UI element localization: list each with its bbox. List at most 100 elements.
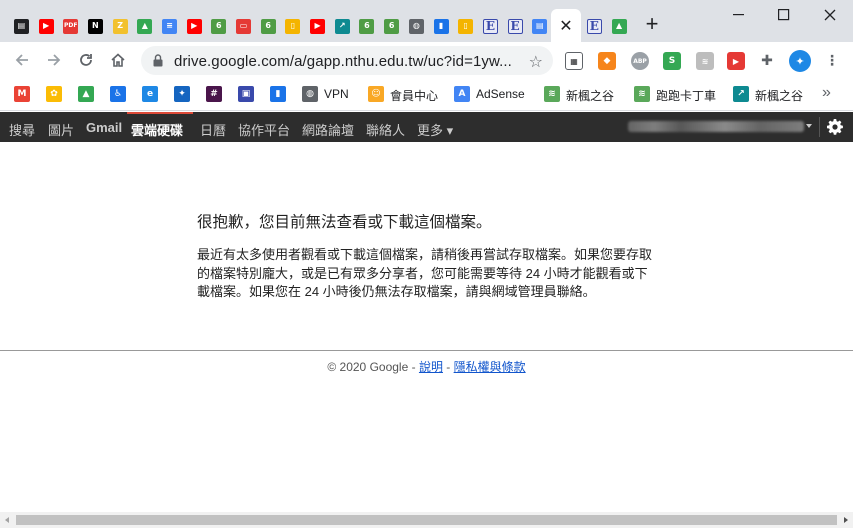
tab[interactable]: 6 bbox=[355, 15, 380, 37]
tab[interactable]: ▤ bbox=[9, 15, 34, 37]
gbar-nav-item[interactable]: 日曆 bbox=[200, 120, 226, 139]
tab[interactable]: E bbox=[503, 15, 528, 37]
tab[interactable]: ▲ bbox=[607, 15, 632, 37]
privacy-terms-link[interactable]: 隱私權與條款 bbox=[454, 360, 526, 374]
ticket-extension-icon[interactable]: ≋ bbox=[696, 52, 714, 70]
tab[interactable]: ▶ bbox=[305, 15, 330, 37]
footer-divider bbox=[0, 350, 853, 351]
bookmarks-overflow-button[interactable]: » bbox=[822, 84, 831, 102]
gbar-nav-item[interactable]: 圖片 bbox=[48, 120, 74, 139]
google-photos-icon: ✿ bbox=[46, 86, 62, 102]
tab-list: ▤ ▶ PDF N Z ▲ ≡ ▶ 6 ▭ 6 ▯ ▶ ↗ 6 6 ◍ ▮ ▯ E E ▤ bbox=[9, 15, 552, 37]
tab[interactable]: Z bbox=[108, 15, 133, 37]
maximize-icon bbox=[778, 9, 790, 21]
zotero-icon: Z bbox=[112, 18, 128, 34]
maximize-button[interactable] bbox=[772, 5, 796, 25]
youtube-icon: ▶ bbox=[186, 18, 202, 34]
ticket-icon: ≋ bbox=[544, 86, 560, 102]
tab[interactable]: ▭ bbox=[231, 15, 256, 37]
e-letter-icon: E bbox=[507, 18, 523, 34]
close-tab-icon[interactable]: ✕ bbox=[559, 16, 572, 36]
google-docs-icon: ≡ bbox=[161, 18, 177, 34]
tab[interactable]: E bbox=[478, 15, 503, 37]
globe-icon: ◍ bbox=[302, 86, 318, 102]
account-dropdown-caret[interactable] bbox=[806, 124, 812, 128]
forward-arrow-icon bbox=[48, 54, 61, 66]
forward-button[interactable] bbox=[44, 50, 64, 70]
horizontal-scrollbar[interactable] bbox=[0, 512, 853, 528]
error-message: 最近有太多使用者觀看或下載這個檔案，請稍後再嘗試存取檔案。如果您要存取的檔案特別… bbox=[197, 247, 653, 299]
back-button[interactable] bbox=[12, 50, 32, 70]
tab[interactable]: ▮ bbox=[429, 15, 454, 37]
youtube-icon: ▶ bbox=[310, 18, 326, 34]
tab[interactable]: ▶ bbox=[182, 15, 207, 37]
tab[interactable]: ◍ bbox=[404, 15, 429, 37]
gbar-nav-item[interactable]: Gmail bbox=[86, 120, 122, 135]
gbar-nav-item[interactable]: 更多 ▾ bbox=[417, 120, 453, 139]
tab[interactable]: PDF bbox=[58, 15, 83, 37]
video-extension-icon[interactable]: ▶ bbox=[727, 52, 745, 70]
minimize-icon bbox=[733, 14, 744, 16]
overleaf-icon: 6 bbox=[359, 18, 375, 34]
scrollbar-thumb[interactable] bbox=[16, 515, 837, 525]
edge-icon: e bbox=[142, 86, 158, 102]
extensions-puzzle-icon[interactable]: ✚ bbox=[758, 52, 776, 70]
browser-toolbar: drive.google.com/a/gapp.nthu.edu.tw/uc?i… bbox=[0, 42, 853, 79]
overleaf-icon: 6 bbox=[211, 18, 227, 34]
account-email[interactable] bbox=[628, 121, 804, 132]
netflix-icon: N bbox=[87, 18, 103, 34]
close-window-button[interactable] bbox=[818, 5, 842, 25]
maple-leaf-icon: ✦ bbox=[174, 86, 190, 102]
bookmark-label: 新楓之谷 bbox=[755, 89, 804, 103]
main-content: 很抱歉，您目前無法查看或下載這個檔案。 最近有太多使用者觀看或下載這個檔案，請稍… bbox=[0, 142, 853, 512]
tab[interactable]: N bbox=[83, 15, 108, 37]
help-link[interactable]: 說明 bbox=[419, 360, 443, 374]
tab[interactable]: ↗ bbox=[330, 15, 355, 37]
e-letter-icon: E bbox=[586, 18, 602, 34]
bookmark-label: 新楓之谷 bbox=[566, 89, 615, 103]
profile-avatar[interactable]: ✦ bbox=[789, 50, 811, 72]
notes-icon: ▯ bbox=[458, 18, 474, 34]
home-button[interactable] bbox=[108, 50, 128, 70]
tab[interactable]: ▶ bbox=[34, 15, 59, 37]
scroll-right-arrow[interactable] bbox=[844, 517, 848, 523]
blue-book-icon: ▮ bbox=[433, 18, 449, 34]
qr-code-extension-icon[interactable]: ▦ bbox=[565, 52, 583, 70]
error-title: 很抱歉，您目前無法查看或下載這個檔案。 bbox=[197, 214, 492, 231]
adsense-icon: A bbox=[454, 86, 470, 102]
bookmark-label: 跑跑卡丁車 bbox=[656, 89, 717, 103]
tab[interactable]: 6 bbox=[207, 15, 232, 37]
gbar-nav-item[interactable]: 網路論壇 bbox=[302, 120, 354, 139]
gbar-nav-item[interactable]: 協作平台 bbox=[238, 120, 290, 139]
overleaf-icon: 6 bbox=[260, 18, 276, 34]
s-extension-icon[interactable]: S bbox=[663, 52, 681, 70]
active-tab[interactable]: ✕ bbox=[551, 9, 581, 42]
teal-app-icon: ↗ bbox=[334, 18, 350, 34]
metamask-extension-icon[interactable]: ◆ bbox=[598, 52, 616, 70]
gbar-nav-item[interactable]: 雲端硬碟 bbox=[131, 120, 183, 139]
gbar-nav-item[interactable]: 搜尋 bbox=[9, 120, 35, 139]
tab[interactable]: ▯ bbox=[281, 15, 306, 37]
address-bar[interactable]: drive.google.com/a/gapp.nthu.edu.tw/uc?i… bbox=[141, 46, 553, 75]
menu-kebab-icon[interactable]: ⋮ bbox=[823, 52, 841, 70]
bookmark-star-icon[interactable]: ☆ bbox=[529, 52, 543, 72]
adblock-plus-extension-icon[interactable]: ABP bbox=[631, 52, 649, 70]
tab[interactable]: ≡ bbox=[157, 15, 182, 37]
tab[interactable]: 6 bbox=[379, 15, 404, 37]
new-tab-button[interactable]: + bbox=[641, 13, 663, 35]
settings-button[interactable] bbox=[819, 117, 845, 137]
bookmark-label: VPN bbox=[324, 87, 349, 101]
tab[interactable]: ▲ bbox=[132, 15, 157, 37]
tab[interactable]: ▯ bbox=[453, 15, 478, 37]
footer-separator: - bbox=[442, 360, 454, 374]
scroll-left-arrow[interactable] bbox=[5, 517, 9, 523]
tab[interactable]: 6 bbox=[256, 15, 281, 37]
gear-icon bbox=[826, 119, 843, 135]
tab-strip: ▤ ▶ PDF N Z ▲ ≡ ▶ 6 ▭ 6 ▯ ▶ ↗ 6 6 ◍ ▮ ▯ E E ▤ ✕ E ▲ + bbox=[0, 0, 853, 42]
minimize-button[interactable] bbox=[727, 5, 751, 25]
url-text[interactable]: drive.google.com/a/gapp.nthu.edu.tw/uc?i… bbox=[174, 53, 512, 70]
tab[interactable]: ▤ bbox=[527, 15, 552, 37]
reload-button[interactable] bbox=[76, 50, 96, 70]
gbar-nav-item[interactable]: 聯絡人 bbox=[366, 120, 405, 139]
tab[interactable]: E bbox=[582, 15, 607, 37]
